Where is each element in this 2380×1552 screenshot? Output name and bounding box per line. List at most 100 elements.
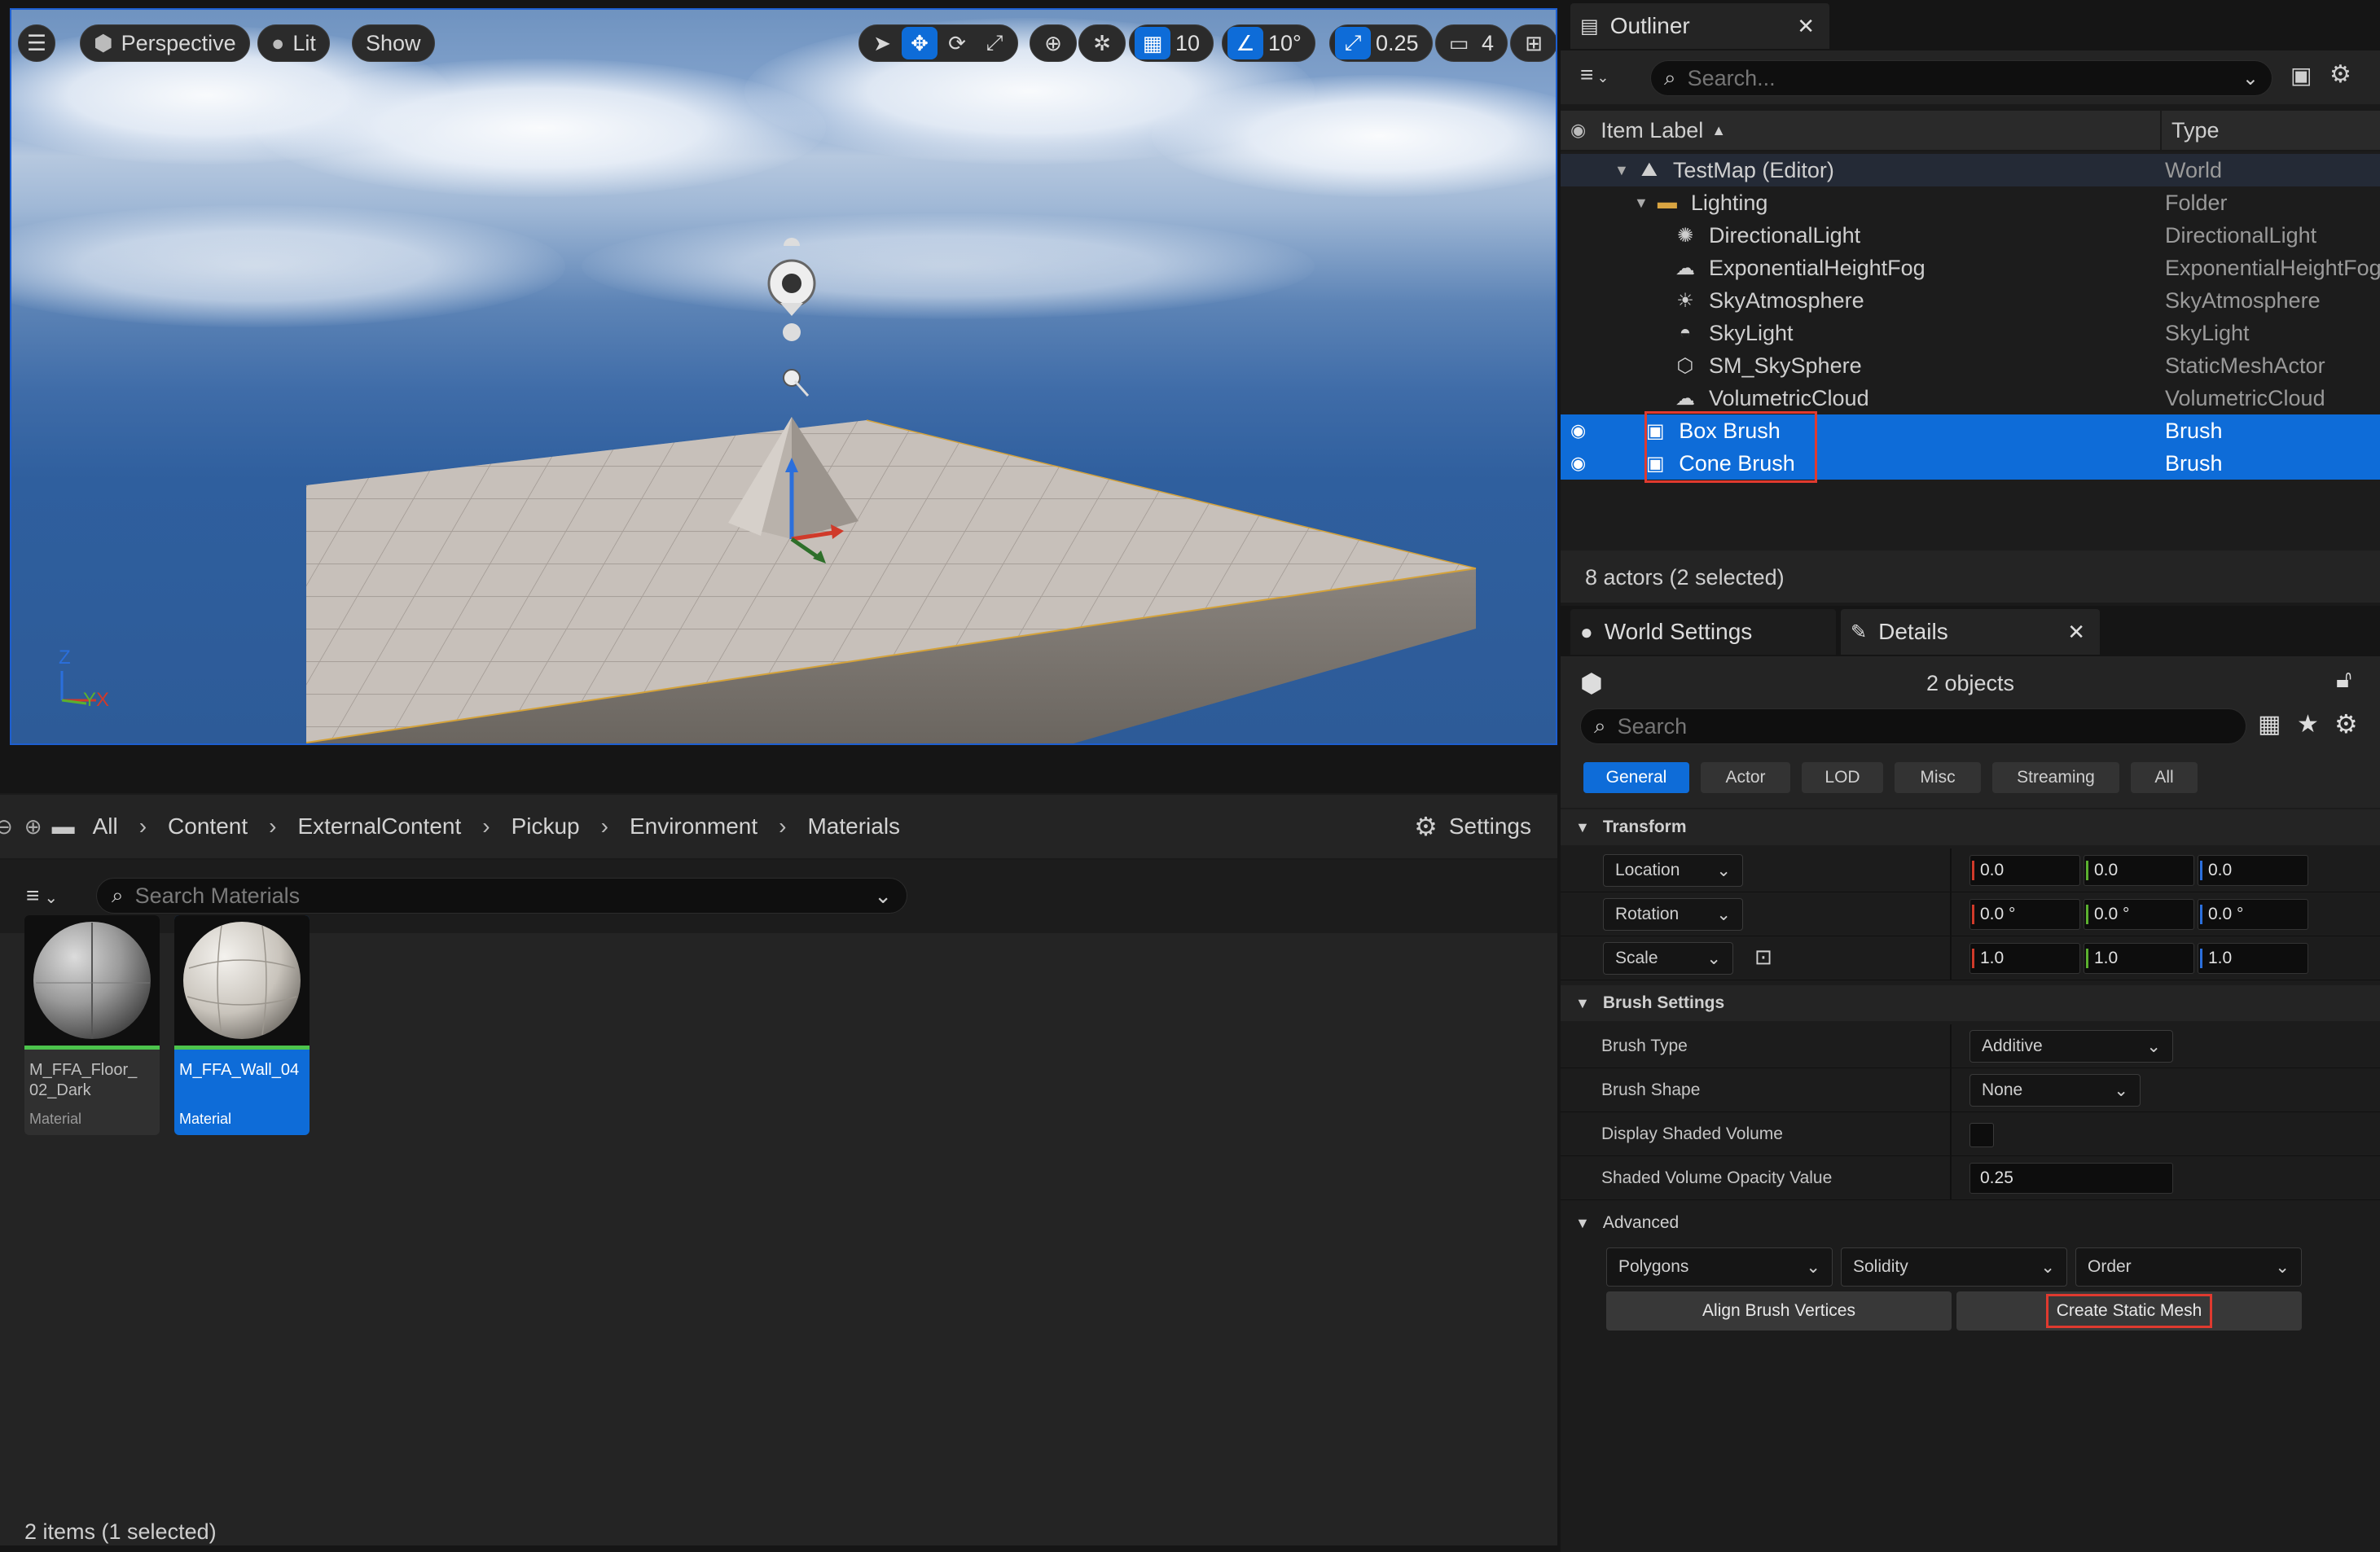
breadcrumb-all[interactable]: All (93, 813, 118, 840)
asset-tile[interactable]: M_FFA_Floor_ 02_Dark Material (24, 915, 160, 1135)
lit-button[interactable]: ● Lit (257, 24, 330, 62)
transform-section-header[interactable]: ▼ Transform (1561, 809, 2380, 845)
scale-dropdown[interactable]: Scale ⌄ (1603, 942, 1733, 975)
level-viewport[interactable]: Z Y X ☰ ⬢ Perspective ● Lit Show ➤ ✥ ⟳ ⤢… (10, 8, 1557, 745)
chevron-right-icon: › (482, 813, 490, 839)
select-tool-icon[interactable]: ➤ (864, 27, 900, 59)
filter-actor[interactable]: Actor (1701, 762, 1790, 793)
filter-streaming[interactable]: Streaming (1992, 762, 2119, 793)
outliner-search-input[interactable] (1687, 65, 2209, 91)
camera-speed-control[interactable]: ▭ 4 (1435, 24, 1508, 62)
gear-icon[interactable]: ⚙ (2334, 708, 2358, 739)
filter-misc[interactable]: Misc (1895, 762, 1981, 793)
close-icon[interactable]: ✕ (2067, 620, 2085, 645)
surface-snap-toggle[interactable]: ✲ (1078, 24, 1126, 62)
brush-shape-dropdown[interactable]: None ⌄ (1969, 1074, 2141, 1107)
filter-all[interactable]: All (2131, 762, 2198, 793)
rotation-z[interactable]: 0.0 ° (2198, 899, 2308, 930)
tab-world-settings[interactable]: ● World Settings (1570, 609, 1836, 655)
grid-snap-control[interactable]: ▦ 10 (1129, 24, 1214, 62)
location-z[interactable]: 0.0 (2198, 855, 2308, 886)
breadcrumb-pickup[interactable]: Pickup (512, 813, 580, 840)
solidity-dropdown[interactable]: Solidity ⌄ (1841, 1247, 2067, 1287)
details-search-input[interactable] (1617, 713, 2188, 739)
rotation-x[interactable]: 0.0 ° (1969, 899, 2080, 930)
polygons-dropdown[interactable]: Polygons ⌄ (1606, 1247, 1833, 1287)
visibility-icon[interactable]: ◉ (1570, 120, 1586, 141)
location-y[interactable]: 0.0 (2084, 855, 2194, 886)
outliner-search-box[interactable]: ⌕ ⌄ (1650, 60, 2272, 96)
order-dropdown[interactable]: Order ⌄ (2075, 1247, 2302, 1287)
surface-snap-icon: ✲ (1093, 30, 1111, 55)
details-search-box[interactable]: ⌕ (1580, 708, 2246, 744)
tab-details[interactable]: ✎ Details ✕ (1841, 609, 2100, 655)
outliner-icon: ▤ (1580, 15, 1599, 37)
breadcrumb-materials[interactable]: Materials (807, 813, 900, 840)
scale-x[interactable]: 1.0 (1969, 943, 2080, 974)
filter-lod[interactable]: LOD (1802, 762, 1883, 793)
column-item-label[interactable]: Item Label (1601, 118, 1703, 143)
viewport-menu-button[interactable]: ☰ (18, 24, 55, 62)
star-icon[interactable]: ★ (2297, 710, 2319, 739)
close-icon[interactable]: ✕ (1797, 14, 1815, 39)
search-materials-input[interactable] (134, 883, 863, 909)
asset-tile-selected[interactable]: M_FFA_Wall_04 Material (174, 915, 310, 1135)
tree-row-testmap[interactable]: ▼ ⛰ TestMap (Editor) World (1561, 154, 2380, 186)
lock-icon[interactable]: 🔓︎ (2336, 666, 2351, 694)
show-button[interactable]: Show (352, 24, 435, 62)
align-brush-vertices-button[interactable]: Align Brush Vertices (1606, 1291, 1952, 1331)
expand-arrow-icon[interactable]: ▼ (1614, 162, 1629, 179)
breadcrumb-environment[interactable]: Environment (630, 813, 757, 840)
search-materials-box[interactable]: ⌕ ⌄ (96, 878, 907, 914)
brush-settings-section-header[interactable]: ▼ Brush Settings (1561, 985, 2380, 1021)
filter-dropdown[interactable]: ≡ ⌄ (1580, 62, 1609, 88)
scale-y[interactable]: 1.0 (2084, 943, 2194, 974)
chevron-down-icon[interactable]: ⌄ (874, 883, 892, 909)
tree-row-directionallight[interactable]: ✺ DirectionalLight DirectionalLight (1561, 219, 2380, 252)
history-icon[interactable]: ⊖ (0, 814, 13, 840)
tree-row-skylight[interactable]: ◓ SkyLight SkyLight (1561, 317, 2380, 349)
location-dropdown[interactable]: Location ⌄ (1603, 854, 1743, 887)
column-type[interactable]: Type (2171, 118, 2220, 143)
scale-z[interactable]: 1.0 (2198, 943, 2308, 974)
filter-general[interactable]: General (1583, 762, 1689, 793)
add-folder-icon[interactable]: ▣ (2290, 62, 2312, 89)
scale-snap-control[interactable]: ⤢ 0.25 (1329, 24, 1433, 62)
row-label: DirectionalLight (1709, 222, 1861, 248)
chevron-down-icon[interactable]: ⌄ (2242, 67, 2259, 90)
rotation-snap-control[interactable]: ∠ 10° (1222, 24, 1315, 62)
gear-icon[interactable]: ⚙ (2330, 60, 2351, 89)
display-shaded-volume-checkbox[interactable] (1969, 1123, 1994, 1147)
expand-arrow-icon[interactable]: ▼ (1634, 195, 1649, 212)
tree-row-sm-skysphere[interactable]: ⬡ SM_SkySphere StaticMeshActor (1561, 349, 2380, 382)
create-static-mesh-button[interactable]: Create Static Mesh (1956, 1291, 2302, 1331)
visibility-icon[interactable]: ◉ (1570, 420, 1586, 441)
breadcrumb-externalcontent[interactable]: ExternalContent (297, 813, 461, 840)
opacity-value[interactable]: 0.25 (1969, 1163, 2173, 1194)
tab-outliner[interactable]: ▤ Outliner ✕ (1570, 3, 1829, 49)
scale-tool-icon[interactable]: ⤢ (977, 27, 1012, 59)
location-x[interactable]: 0.0 (1969, 855, 2080, 886)
lock-icon[interactable]: ⊡ (1754, 945, 1772, 970)
settings-button[interactable]: ⚙ Settings (1414, 811, 1531, 842)
rotation-label: Rotation (1615, 905, 1680, 923)
row-type: ExponentialHeightFog (2165, 255, 2380, 280)
move-tool-icon[interactable]: ✥ (902, 27, 938, 59)
tree-row-volumetriccloud[interactable]: ☁ VolumetricCloud VolumetricCloud (1561, 382, 2380, 414)
perspective-button[interactable]: ⬢ Perspective (80, 24, 250, 62)
tree-row-exponentialheightfog[interactable]: ☁ ExponentialHeightFog ExponentialHeight… (1561, 252, 2380, 284)
tree-row-lighting[interactable]: ▼ ▬ Lighting Folder (1561, 186, 2380, 219)
breadcrumb-content[interactable]: Content (168, 813, 248, 840)
visibility-icon[interactable]: ◉ (1570, 453, 1586, 474)
world-local-toggle[interactable]: ⊕ (1030, 24, 1077, 62)
table-view-icon[interactable]: ▦ (2258, 710, 2281, 739)
filter-dropdown[interactable]: ≡ ⌄ (26, 883, 58, 909)
layout-button[interactable]: ⊞ (1510, 24, 1556, 62)
rotation-dropdown[interactable]: Rotation ⌄ (1603, 898, 1743, 931)
rotate-tool-icon[interactable]: ⟳ (939, 27, 975, 59)
advanced-section-header[interactable]: ▼ Advanced (1561, 1205, 2380, 1241)
forward-icon[interactable]: ⊕ (24, 814, 42, 840)
rotation-y[interactable]: 0.0 ° (2084, 899, 2194, 930)
brush-type-dropdown[interactable]: Additive ⌄ (1969, 1030, 2173, 1063)
tree-row-skyatmosphere[interactable]: ☀ SkyAtmosphere SkyAtmosphere (1561, 284, 2380, 317)
